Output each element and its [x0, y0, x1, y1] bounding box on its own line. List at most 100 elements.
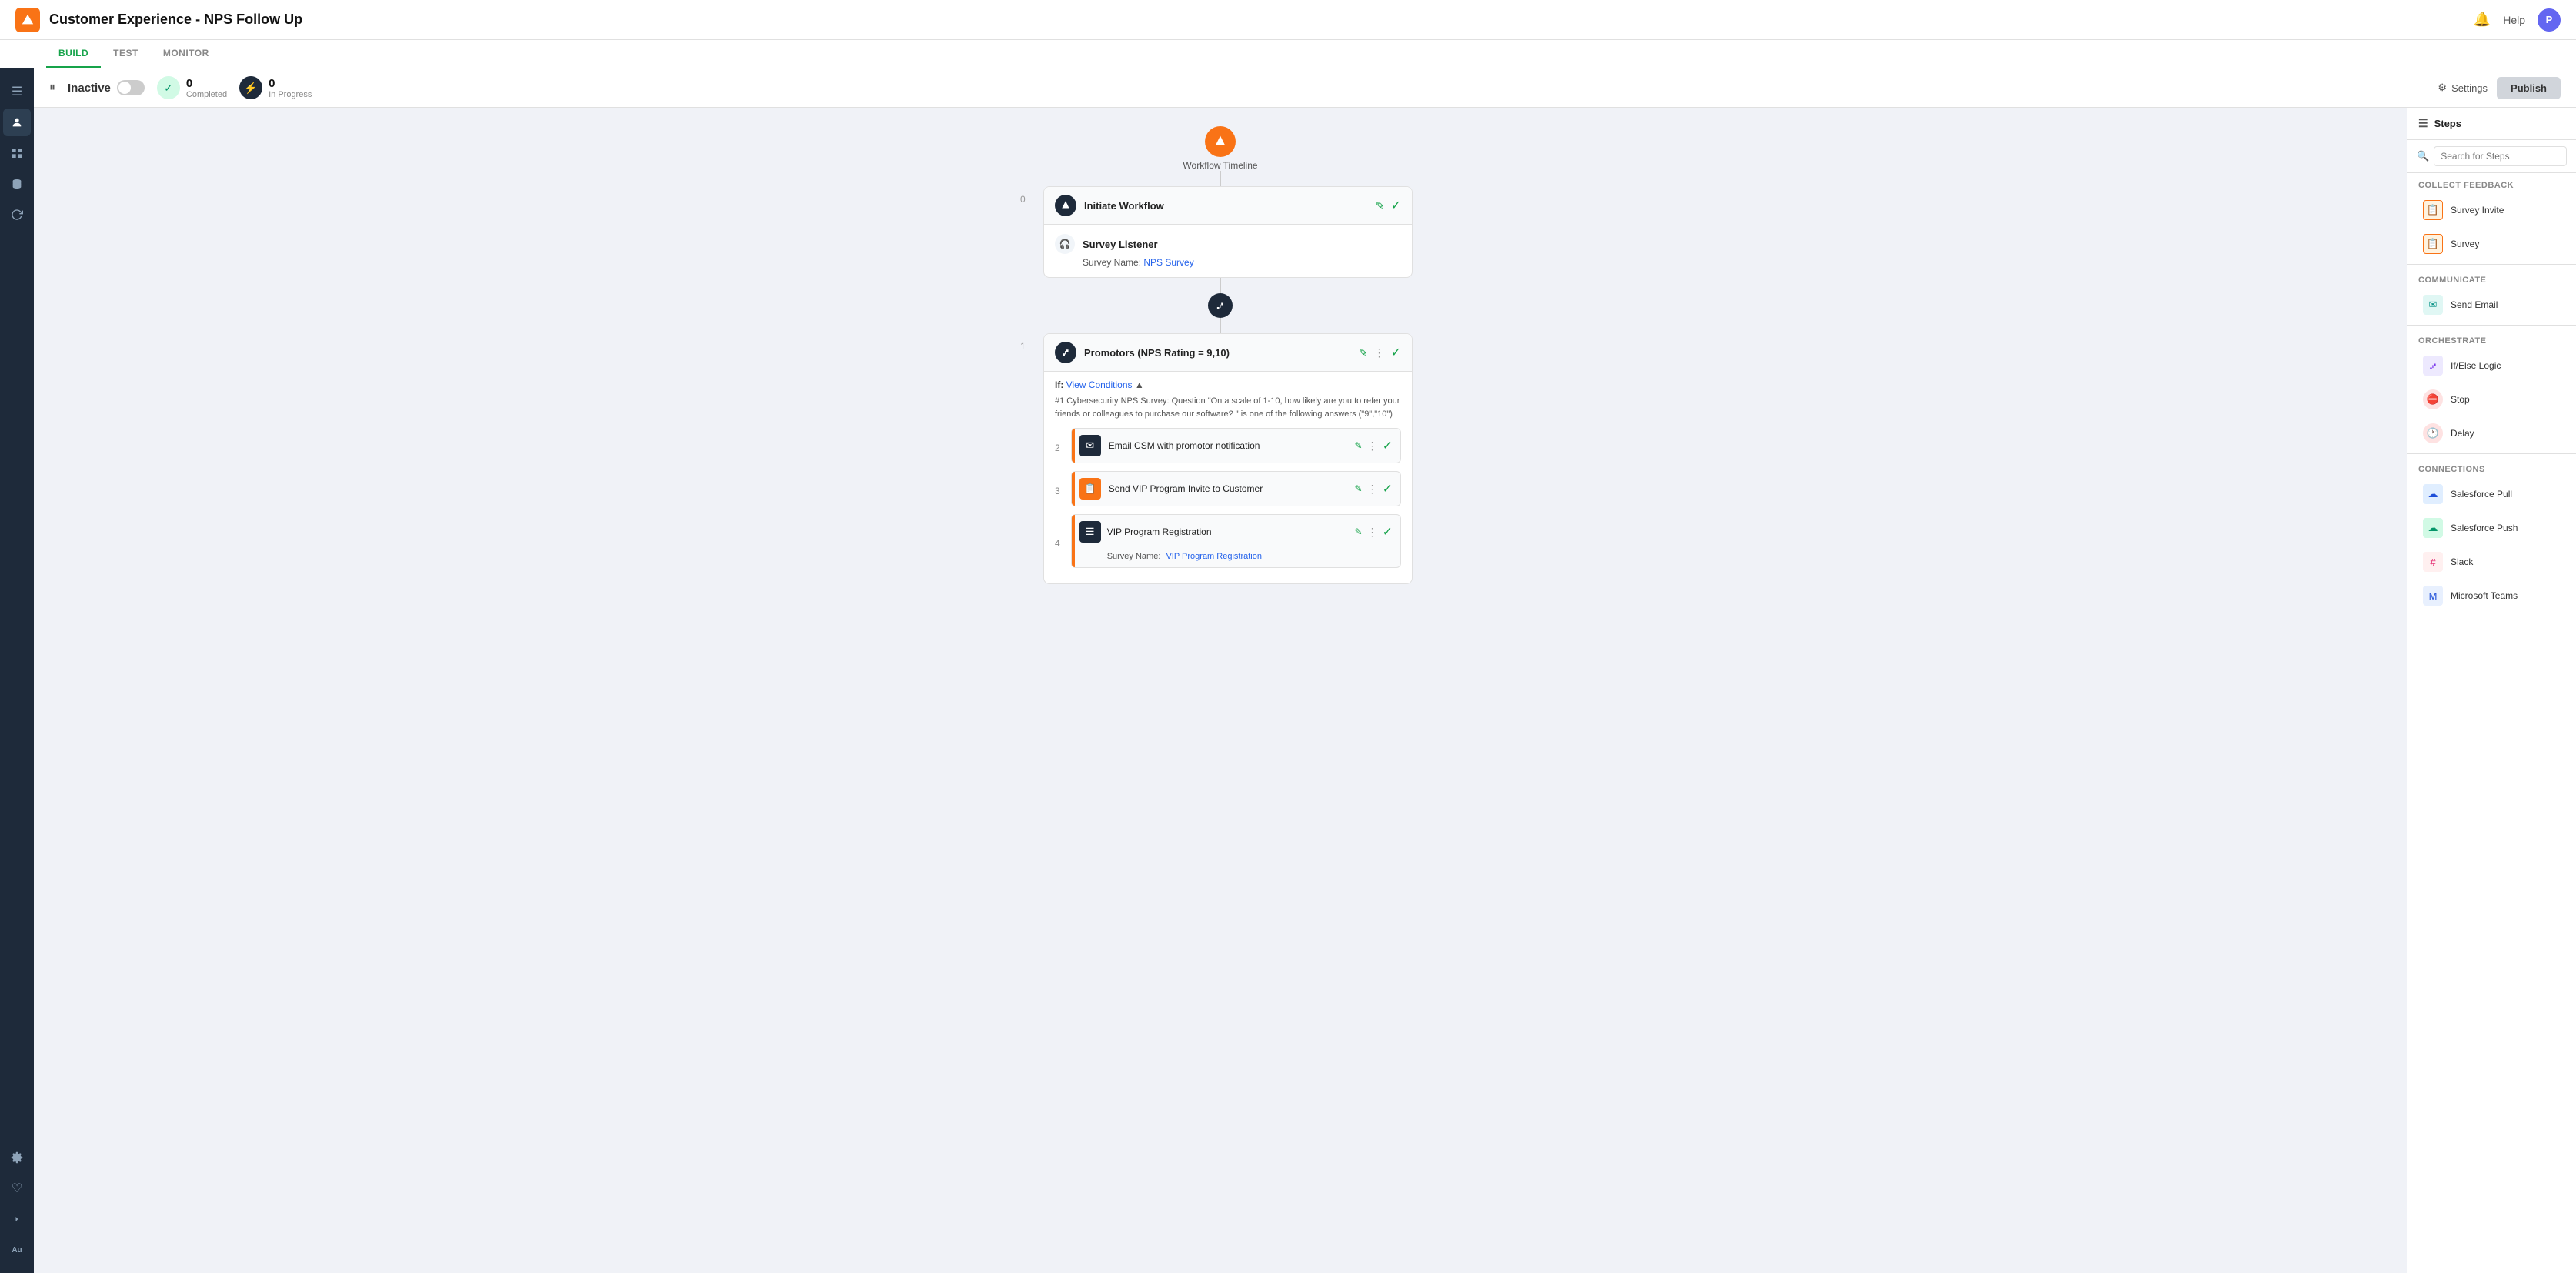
- tab-build[interactable]: BUILD: [46, 40, 101, 68]
- node-wrapper-1: 1 ⑇ Promotors (NPS Rating = 9,10) ✎ ⋮: [1020, 333, 1420, 584]
- substep-3: 📋 Send VIP Program Invite to Customer ✎ …: [1071, 471, 1401, 506]
- tab-monitor[interactable]: MONITOR: [151, 40, 222, 68]
- stop-icon: ⛔: [2423, 389, 2443, 409]
- status-text: Inactive: [68, 82, 111, 95]
- sidebar-icon-grid[interactable]: [3, 139, 31, 167]
- branch-edit-button[interactable]: ✎: [1359, 346, 1368, 359]
- substep-2-edit[interactable]: ✎: [1355, 440, 1363, 451]
- sidebar-icon-heart[interactable]: ♡: [3, 1174, 31, 1202]
- salesforce-push-icon: ☁: [2423, 518, 2443, 538]
- substep-2-label: Email CSM with promotor notification: [1109, 440, 1347, 451]
- listener-icon: 🎧: [1055, 234, 1075, 254]
- branch-block: ⑇ Promotors (NPS Rating = 9,10) ✎ ⋮ ✓: [1043, 333, 1413, 584]
- substep-3-actions: ✎ ⋮ ✓: [1355, 481, 1393, 496]
- if-else-label: If/Else Logic: [2451, 360, 2501, 371]
- branch-header-left: ⑇ Promotors (NPS Rating = 9,10): [1055, 342, 1230, 363]
- right-panel: ☰ Steps 🔍 Collect Feedback 📋 Survey Invi…: [2407, 108, 2576, 1273]
- right-panel-header: ☰ Steps: [2407, 108, 2576, 140]
- status-toggle[interactable]: [117, 80, 145, 95]
- step-item-microsoft-teams[interactable]: M Microsoft Teams: [2412, 580, 2571, 612]
- sidebar-icon-badge[interactable]: Au: [3, 1236, 31, 1264]
- substep-3-more[interactable]: ⋮: [1367, 483, 1378, 496]
- survey-name-link[interactable]: NPS Survey: [1143, 257, 1193, 268]
- step-item-survey-invite[interactable]: 📋 Survey Invite: [2412, 194, 2571, 226]
- view-conditions-link[interactable]: View Conditions: [1066, 379, 1133, 390]
- survey-invite-label: Survey Invite: [2451, 205, 2504, 216]
- substep-3-edit[interactable]: ✎: [1355, 483, 1363, 494]
- sidebar-icon-expand[interactable]: [3, 1205, 31, 1233]
- pause-button[interactable]: ⏸: [49, 81, 55, 95]
- tab-test[interactable]: TEST: [101, 40, 151, 68]
- survey-icon: 📋: [2423, 234, 2443, 254]
- salesforce-pull-icon: ☁: [2423, 484, 2443, 504]
- substep-4-check: ✓: [1383, 524, 1393, 540]
- substep-2-actions: ✎ ⋮ ✓: [1355, 438, 1393, 453]
- substep-num-2: 2: [1055, 443, 1060, 453]
- completed-icon: ✓: [157, 76, 180, 99]
- send-email-label: Send Email: [2451, 299, 2498, 310]
- step-0-title: Initiate Workflow: [1084, 200, 1164, 212]
- microsoft-teams-label: Microsoft Teams: [2451, 590, 2518, 601]
- logo[interactable]: [15, 8, 40, 32]
- substep-2-icon: ✉: [1079, 435, 1101, 456]
- step-item-slack[interactable]: # Slack: [2412, 546, 2571, 578]
- send-email-icon: ✉: [2423, 295, 2443, 315]
- help-button[interactable]: Help: [2503, 14, 2525, 26]
- completed-count: 0: [186, 77, 227, 90]
- substep-4: ☰ VIP Program Registration ✎ ⋮ ✓: [1071, 514, 1401, 568]
- sidebar-icon-database[interactable]: [3, 170, 31, 198]
- branch-icon: ⑇: [1208, 293, 1233, 318]
- step-item-delay[interactable]: 🕐 Delay: [2412, 417, 2571, 449]
- header-right: 🔔 Help P: [2474, 8, 2561, 32]
- sidebar-icon-refresh[interactable]: [3, 201, 31, 229]
- step-item-survey[interactable]: 📋 Survey: [2412, 228, 2571, 260]
- inprogress-icon: ⚡: [239, 76, 262, 99]
- sidebar-icon-settings[interactable]: [3, 1144, 31, 1171]
- substep-2-more[interactable]: ⋮: [1367, 439, 1378, 453]
- step-num-0: 0: [1020, 186, 1033, 205]
- divider-2: [2407, 325, 2576, 326]
- sidebar-icon-profile[interactable]: [3, 109, 31, 136]
- search-input[interactable]: [2434, 146, 2567, 166]
- left-sidebar: ☰ ♡ Au: [0, 68, 34, 1273]
- notification-icon[interactable]: 🔔: [2474, 12, 2491, 28]
- step-item-send-email[interactable]: ✉ Send Email: [2412, 289, 2571, 321]
- stop-label: Stop: [2451, 394, 2470, 405]
- branch-title: Promotors (NPS Rating = 9,10): [1084, 347, 1230, 359]
- step-item-if-else[interactable]: ⑇ If/Else Logic: [2412, 349, 2571, 382]
- step-0-header: Initiate Workflow ✎ ✓: [1044, 187, 1412, 225]
- search-box: 🔍: [2407, 140, 2576, 173]
- microsoft-teams-icon: M: [2423, 586, 2443, 606]
- step-item-salesforce-push[interactable]: ☁ Salesforce Push: [2412, 512, 2571, 544]
- avatar[interactable]: P: [2538, 8, 2561, 32]
- salesforce-push-label: Salesforce Push: [2451, 523, 2518, 533]
- branch-header: ⑇ Promotors (NPS Rating = 9,10) ✎ ⋮ ✓: [1044, 334, 1412, 372]
- delay-label: Delay: [2451, 428, 2474, 439]
- substep-4-more[interactable]: ⋮: [1367, 526, 1378, 539]
- connector-1: [1220, 278, 1221, 293]
- substep-4-detail: Survey Name: VIP Program Registration: [1079, 552, 1262, 561]
- canvas: Workflow Timeline 0: [34, 108, 2407, 1273]
- step-0-inner: 🎧 Survey Listener Survey Name: NPS Surve…: [1044, 225, 1412, 277]
- slack-icon: #: [2423, 552, 2443, 572]
- substep-4-edit[interactable]: ✎: [1355, 526, 1363, 537]
- completed-info: 0 Completed: [186, 77, 227, 99]
- settings-button[interactable]: ⚙ Settings: [2438, 82, 2488, 94]
- substep-3-check: ✓: [1383, 481, 1393, 496]
- publish-button[interactable]: Publish: [2497, 77, 2561, 99]
- branch-step-icon: ⑇: [1055, 342, 1076, 363]
- inprogress-stat: ⚡ 0 In Progress: [239, 76, 312, 99]
- toolbar-left: ⏸ Inactive ✓ 0 Completed ⚡ 0 In P: [49, 76, 312, 99]
- substep-4-survey-link[interactable]: VIP Program Registration: [1166, 552, 1262, 561]
- section-connections-label: Connections: [2407, 457, 2576, 477]
- completed-label: Completed: [186, 90, 227, 99]
- survey-name-row: Survey Name: NPS Survey: [1055, 257, 1401, 268]
- sidebar-icon-menu[interactable]: ☰: [3, 78, 31, 105]
- status-label: Inactive: [68, 80, 145, 95]
- listener-name: Survey Listener: [1083, 239, 1158, 250]
- step-item-stop[interactable]: ⛔ Stop: [2412, 383, 2571, 416]
- step-item-salesforce-pull[interactable]: ☁ Salesforce Pull: [2412, 478, 2571, 510]
- step-0-edit-button[interactable]: ✎: [1376, 199, 1385, 212]
- connector-0: [1220, 171, 1221, 186]
- branch-more-button[interactable]: ⋮: [1374, 346, 1385, 359]
